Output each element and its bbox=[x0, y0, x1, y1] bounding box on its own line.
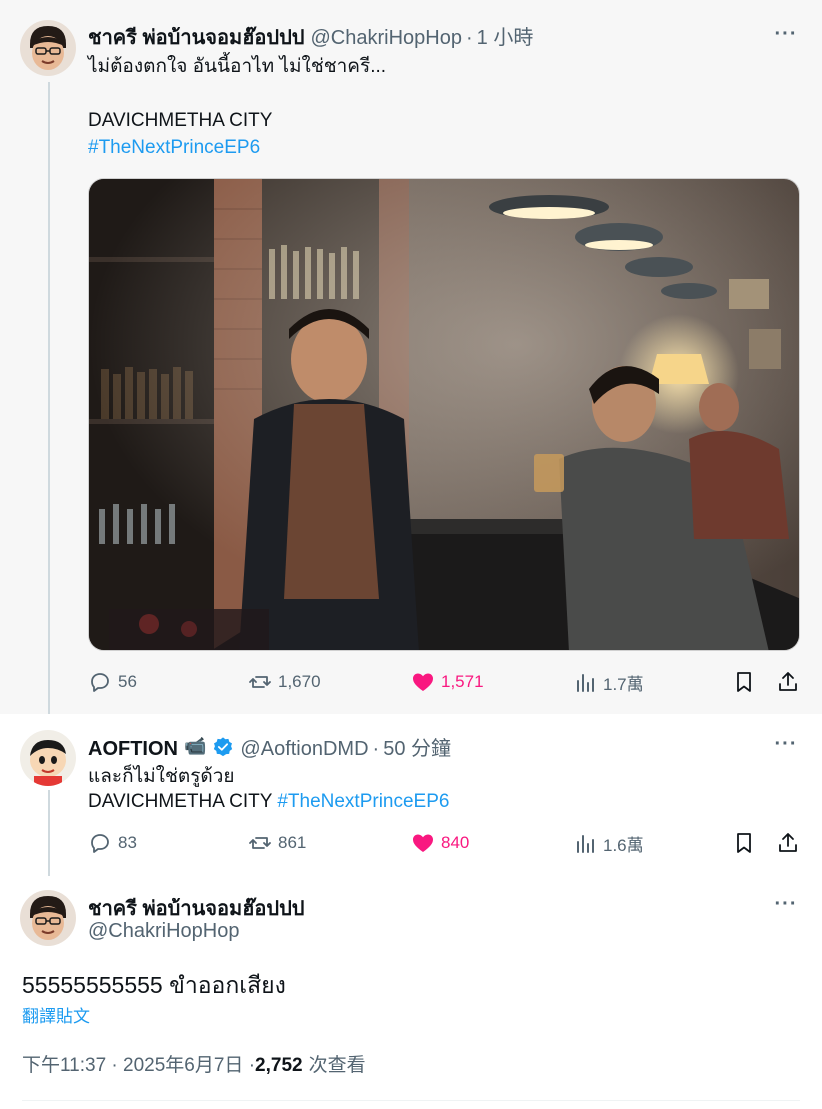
retweet-icon bbox=[249, 676, 271, 688]
more-icon[interactable]: ··· bbox=[774, 733, 798, 755]
verified-icon bbox=[214, 736, 233, 756]
share-button[interactable] bbox=[776, 831, 806, 855]
share-icon bbox=[779, 833, 797, 852]
tweet-time[interactable]: 1 小時 bbox=[477, 21, 534, 50]
tweet-text-line: DAVICHMETHA CITY bbox=[88, 110, 273, 131]
reply-button[interactable]: 56 bbox=[88, 670, 137, 694]
tweet-text-plain: DAVICHMETHA CITY bbox=[88, 791, 273, 812]
bookmark-icon bbox=[737, 833, 751, 853]
retweet-icon bbox=[249, 837, 271, 849]
translate-post-link[interactable]: 翻譯貼文 bbox=[22, 1002, 90, 1027]
tweet-timestamp[interactable]: 下午11:37 · 2025年6月7日 · bbox=[22, 1050, 255, 1077]
avatar[interactable] bbox=[20, 730, 76, 786]
tweet-actions: 83 861 840 1.6萬 bbox=[88, 831, 800, 861]
retweet-button[interactable]: 1,670 bbox=[248, 670, 321, 694]
reply-button[interactable]: 83 bbox=[88, 831, 137, 855]
avatar[interactable] bbox=[20, 20, 76, 76]
tweet-actions: 56 1,670 1,571 1.7萬 bbox=[88, 670, 800, 700]
tweet-header: AOFTION 📹 @AoftionDMD · 50 分鐘 bbox=[88, 732, 451, 761]
separator: · bbox=[465, 27, 473, 49]
like-button[interactable]: 840 bbox=[411, 831, 469, 855]
more-icon[interactable]: ··· bbox=[774, 23, 798, 45]
bar-scene-photo bbox=[89, 179, 799, 650]
share-icon bbox=[779, 672, 797, 691]
thread-tweet-1[interactable]: ชาครี พ่อบ้านจอมฮ๊อปปป @ChakriHopHop · 1… bbox=[0, 0, 822, 714]
like-count: 840 bbox=[441, 833, 470, 852]
bookmark-button[interactable] bbox=[732, 831, 762, 855]
reply-count: 83 bbox=[118, 833, 137, 852]
views-icon bbox=[577, 673, 594, 692]
hashtag-link[interactable]: #TheNextPrinceEP6 bbox=[277, 791, 449, 812]
view-label: 次查看 bbox=[308, 1055, 366, 1076]
reply-count: 56 bbox=[118, 672, 137, 691]
author-handle[interactable]: @AoftionDMD bbox=[240, 738, 368, 761]
thread-line bbox=[48, 790, 50, 876]
tweet-text-line: DAVICHMETHA CITY #TheNextPrinceEP6 bbox=[88, 788, 449, 815]
more-icon[interactable]: ··· bbox=[774, 893, 798, 915]
separator: · bbox=[372, 738, 380, 760]
share-button[interactable] bbox=[776, 670, 806, 694]
tweet-text-line: และก็ไม่ใช่ตรูด้วย bbox=[88, 766, 235, 787]
tweet-media-image[interactable] bbox=[88, 178, 800, 651]
like-icon bbox=[413, 834, 433, 852]
reply-icon bbox=[91, 673, 109, 692]
author-name[interactable]: ชาครี พ่อบ้านจอมฮ๊อปปป bbox=[88, 21, 305, 53]
retweet-button[interactable]: 861 bbox=[248, 831, 306, 855]
like-icon bbox=[413, 673, 433, 691]
camera-icon: 📹 bbox=[184, 736, 207, 756]
author-name[interactable]: AOFTION bbox=[88, 738, 178, 761]
divider bbox=[22, 1100, 800, 1101]
hashtag-link[interactable]: #TheNextPrinceEP6 bbox=[88, 134, 260, 161]
bookmark-icon bbox=[737, 672, 751, 692]
views-button[interactable]: 1.7萬 bbox=[573, 670, 644, 695]
tweet-text: 55555555555 ขำออกเสียง bbox=[22, 972, 286, 998]
bookmark-button[interactable] bbox=[732, 670, 762, 694]
author-handle[interactable]: @ChakriHopHop bbox=[88, 920, 239, 943]
like-count: 1,571 bbox=[441, 672, 484, 691]
tweet-meta: 下午11:37 · 2025年6月7日 · 2,752 次查看 bbox=[22, 1050, 366, 1077]
retweet-count: 861 bbox=[278, 833, 307, 852]
thread-tweet-2[interactable]: AOFTION 📹 @AoftionDMD · 50 分鐘 ··· และก็ไ… bbox=[0, 714, 822, 876]
tweet-time[interactable]: 50 分鐘 bbox=[383, 732, 451, 761]
view-count: 2,752 bbox=[255, 1055, 303, 1076]
thread-line bbox=[48, 82, 50, 714]
focused-tweet: ชาครี พ่อบ้านจอมฮ๊อปปป @ChakriHopHop ···… bbox=[0, 876, 822, 1109]
author-handle[interactable]: @ChakriHopHop bbox=[311, 27, 462, 50]
view-count: 1.6萬 bbox=[603, 836, 644, 855]
tweet-header: ชาครี พ่อบ้านจอมฮ๊อปปป @ChakriHopHop · 1… bbox=[88, 21, 533, 53]
avatar[interactable] bbox=[20, 890, 76, 946]
like-button[interactable]: 1,571 bbox=[411, 670, 484, 694]
reply-icon bbox=[91, 834, 109, 853]
tweet-text-line: ไม่ต้องตกใจ อันนี้อาไท ไม่ใช่ชาครี... bbox=[88, 56, 387, 77]
views-button[interactable]: 1.6萬 bbox=[573, 831, 644, 856]
view-count: 1.7萬 bbox=[603, 675, 644, 694]
retweet-count: 1,670 bbox=[278, 672, 321, 691]
views-icon bbox=[577, 834, 594, 853]
